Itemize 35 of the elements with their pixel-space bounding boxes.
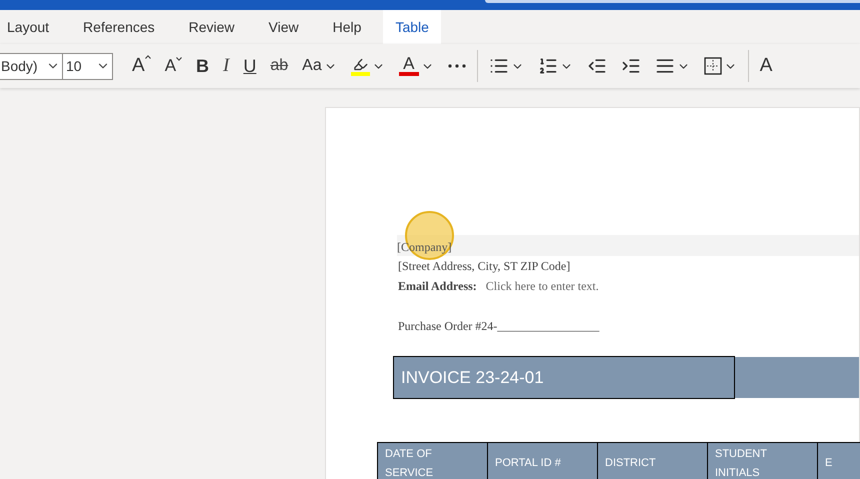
up-caret-icon bbox=[144, 54, 151, 59]
invoice-title-cell: INVOICE 23-24-01 bbox=[393, 356, 735, 399]
ribbon-tab[interactable]: References bbox=[71, 10, 167, 44]
borders-icon bbox=[704, 57, 722, 75]
column-header: STUDENT INITIALS bbox=[707, 442, 818, 479]
column-header: DISTRICT bbox=[597, 442, 708, 479]
font-name-dropdown[interactable]: Body) bbox=[0, 52, 62, 80]
purchase-order-line: Purchase Order #24-_________________ bbox=[398, 319, 600, 333]
highlighter-icon bbox=[352, 56, 368, 72]
font-color-bar bbox=[398, 72, 419, 76]
ribbon-tab[interactable]: Table bbox=[383, 10, 441, 44]
address-field[interactable]: [Street Address, City, ST ZIP Code] bbox=[398, 259, 570, 273]
ribbon-tab[interactable]: Help bbox=[320, 10, 374, 44]
down-caret-icon bbox=[176, 57, 182, 62]
font-size-dropdown[interactable]: 10 bbox=[62, 52, 113, 80]
grow-font-button[interactable]: A bbox=[125, 50, 158, 82]
column-header: E bbox=[817, 442, 860, 479]
underline-button[interactable]: U bbox=[236, 50, 264, 82]
numbered-list-icon bbox=[538, 56, 558, 76]
highlight-color-bar bbox=[350, 72, 370, 76]
more-icon bbox=[448, 64, 466, 68]
email-field[interactable]: Click here to enter text. bbox=[486, 276, 599, 296]
change-case-button[interactable]: Aa bbox=[295, 50, 344, 82]
bold-button[interactable]: B bbox=[189, 50, 216, 82]
font-color-button[interactable]: A bbox=[392, 50, 441, 82]
styles-button[interactable]: A bbox=[752, 50, 780, 82]
italic-button[interactable]: I bbox=[216, 50, 236, 82]
ribbon-tab[interactable]: Review bbox=[176, 10, 247, 44]
column-header: PORTAL ID # bbox=[487, 442, 598, 479]
ribbon-tab[interactable]: Layout bbox=[0, 10, 62, 44]
ribbon-tab[interactable]: View bbox=[256, 10, 311, 44]
column-header: DATE OF SERVICE bbox=[377, 442, 488, 479]
shrink-font-button[interactable]: A bbox=[158, 50, 190, 82]
email-label: Email Address: bbox=[398, 278, 477, 295]
strikethrough-button[interactable]: ab bbox=[263, 50, 296, 82]
